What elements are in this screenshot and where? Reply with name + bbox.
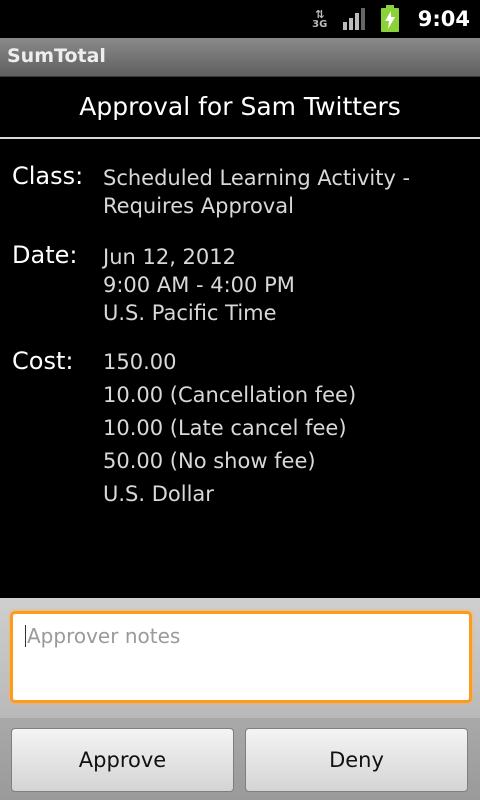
approve-button[interactable]: Approve <box>11 728 234 792</box>
date-value-line: Jun 12, 2012 <box>103 245 237 269</box>
status-clock: 9:04 <box>417 7 470 31</box>
cost-label: Cost: <box>12 347 74 375</box>
cost-value-line: U.S. Dollar <box>103 482 214 506</box>
cost-value-line: 50.00 (No show fee) <box>103 449 316 473</box>
text-caret <box>25 625 26 647</box>
class-value-line: Scheduled Learning Activity - <box>103 166 411 190</box>
signal-strength-icon <box>342 8 365 30</box>
status-icons: ⇅ 3G 9:04 <box>310 0 472 38</box>
date-label: Date: <box>12 241 78 269</box>
battery-charging-icon <box>380 5 399 32</box>
app-title-bar: SumTotal <box>0 38 480 77</box>
date-value-line: 9:00 AM - 4:00 PM <box>103 273 295 297</box>
class-value: Scheduled Learning Activity - Requires A… <box>103 164 410 220</box>
page-header: Approval for Sam Twitters <box>0 76 480 138</box>
approver-notes-input[interactable]: Approver notes <box>10 611 472 703</box>
header-divider <box>0 137 480 139</box>
date-value: Jun 12, 2012 9:00 AM - 4:00 PM U.S. Paci… <box>103 243 295 327</box>
class-label: Class: <box>12 162 84 190</box>
deny-button[interactable]: Deny <box>245 728 468 792</box>
network-3g-icon: ⇅ 3G <box>312 7 328 30</box>
network-type-label: 3G <box>312 18 328 30</box>
class-value-line: Requires Approval <box>103 194 294 218</box>
cost-value-line: 150.00 <box>103 350 177 374</box>
notes-placeholder: Approver notes <box>27 624 181 648</box>
status-bar: ⇅ 3G 9:04 <box>0 0 480 38</box>
cost-value-line: 10.00 (Cancellation fee) <box>103 383 357 407</box>
date-value-line: U.S. Pacific Time <box>103 301 277 325</box>
cost-value-line: 10.00 (Late cancel fee) <box>103 416 347 440</box>
page-title: Approval for Sam Twitters <box>79 92 401 121</box>
app-title: SumTotal <box>7 45 106 67</box>
